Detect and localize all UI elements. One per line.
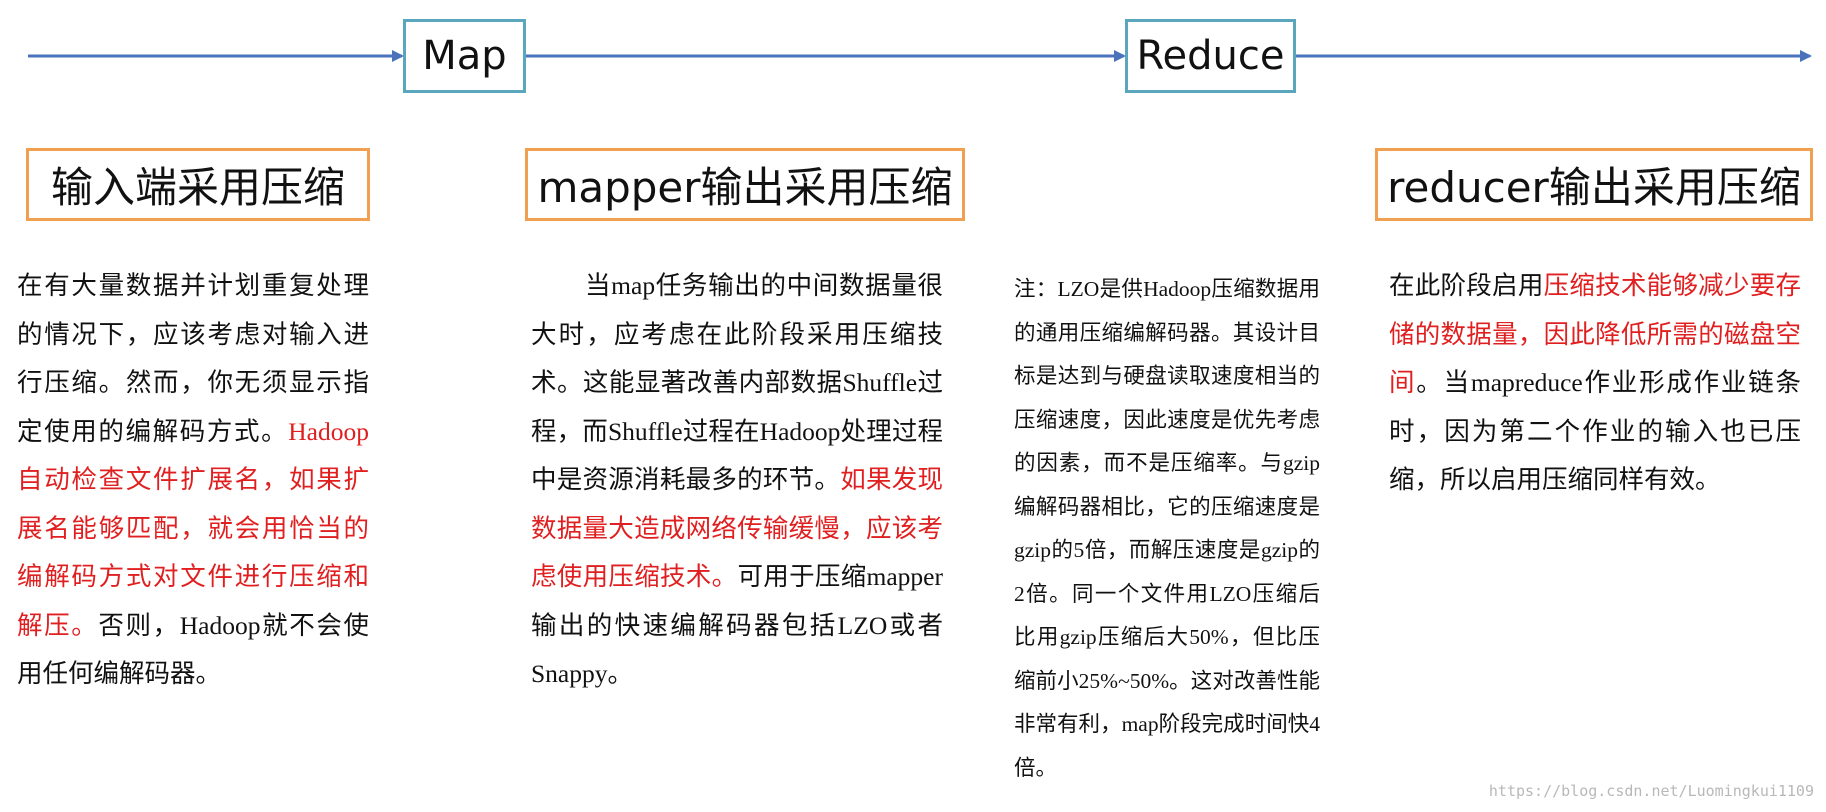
reduce-stage-box: Reduce — [1125, 19, 1296, 93]
mapper-desc-text: 当map任务输出的中间数据量很大时，应考虑在此阶段采用压缩技术。这能显著改善内部… — [531, 271, 943, 494]
reducer-desc-tail: 。当mapreduce作业形成作业链条时，因为第二个作业的输入也已压缩，所以启用… — [1389, 368, 1801, 494]
watermark-url: https://blog.csdn.net/Luomingkui1109 — [1488, 782, 1814, 800]
reducer-compression-description: 在此阶段启用压缩技术能够减少要存储的数据量，因此降低所需的磁盘空间。当mapre… — [1389, 262, 1801, 505]
heading-mapper-compression: mapper输出采用压缩 — [525, 148, 965, 221]
heading-input-label: 输入端采用压缩 — [50, 163, 345, 212]
pipeline-timeline — [28, 50, 1812, 62]
lzo-note: 注：LZO是供Hadoop压缩数据用的通用压缩编解码器。其设计目标是达到与硬盘读… — [1014, 268, 1320, 790]
heading-reducer-compression: reducer输出采用压缩 — [1375, 148, 1813, 221]
reduce-stage-label: Reduce — [1136, 33, 1285, 79]
input-compression-description: 在有大量数据并计划重复处理的情况下，应该考虑对输入进行压缩。然而，你无须显示指定… — [17, 262, 369, 699]
map-stage-box: Map — [403, 19, 526, 93]
heading-input-compression: 输入端采用压缩 — [26, 148, 370, 221]
map-stage-label: Map — [422, 33, 507, 79]
reducer-desc-text: 在此阶段启用 — [1389, 271, 1544, 300]
lzo-note-text: 注：LZO是供Hadoop压缩数据用的通用压缩编解码器。其设计目标是达到与硬盘读… — [1014, 277, 1320, 780]
heading-mapper-label: mapper输出采用压缩 — [537, 163, 953, 212]
heading-reducer-label: reducer输出采用压缩 — [1387, 163, 1801, 212]
mapper-compression-description: 当map任务输出的中间数据量很大时，应考虑在此阶段采用压缩技术。这能显著改善内部… — [531, 262, 943, 699]
input-desc-highlight: Hadoop自动检查文件扩展名，如果扩展名能够匹配，就会用恰当的编解码方式对文件… — [17, 416, 369, 640]
